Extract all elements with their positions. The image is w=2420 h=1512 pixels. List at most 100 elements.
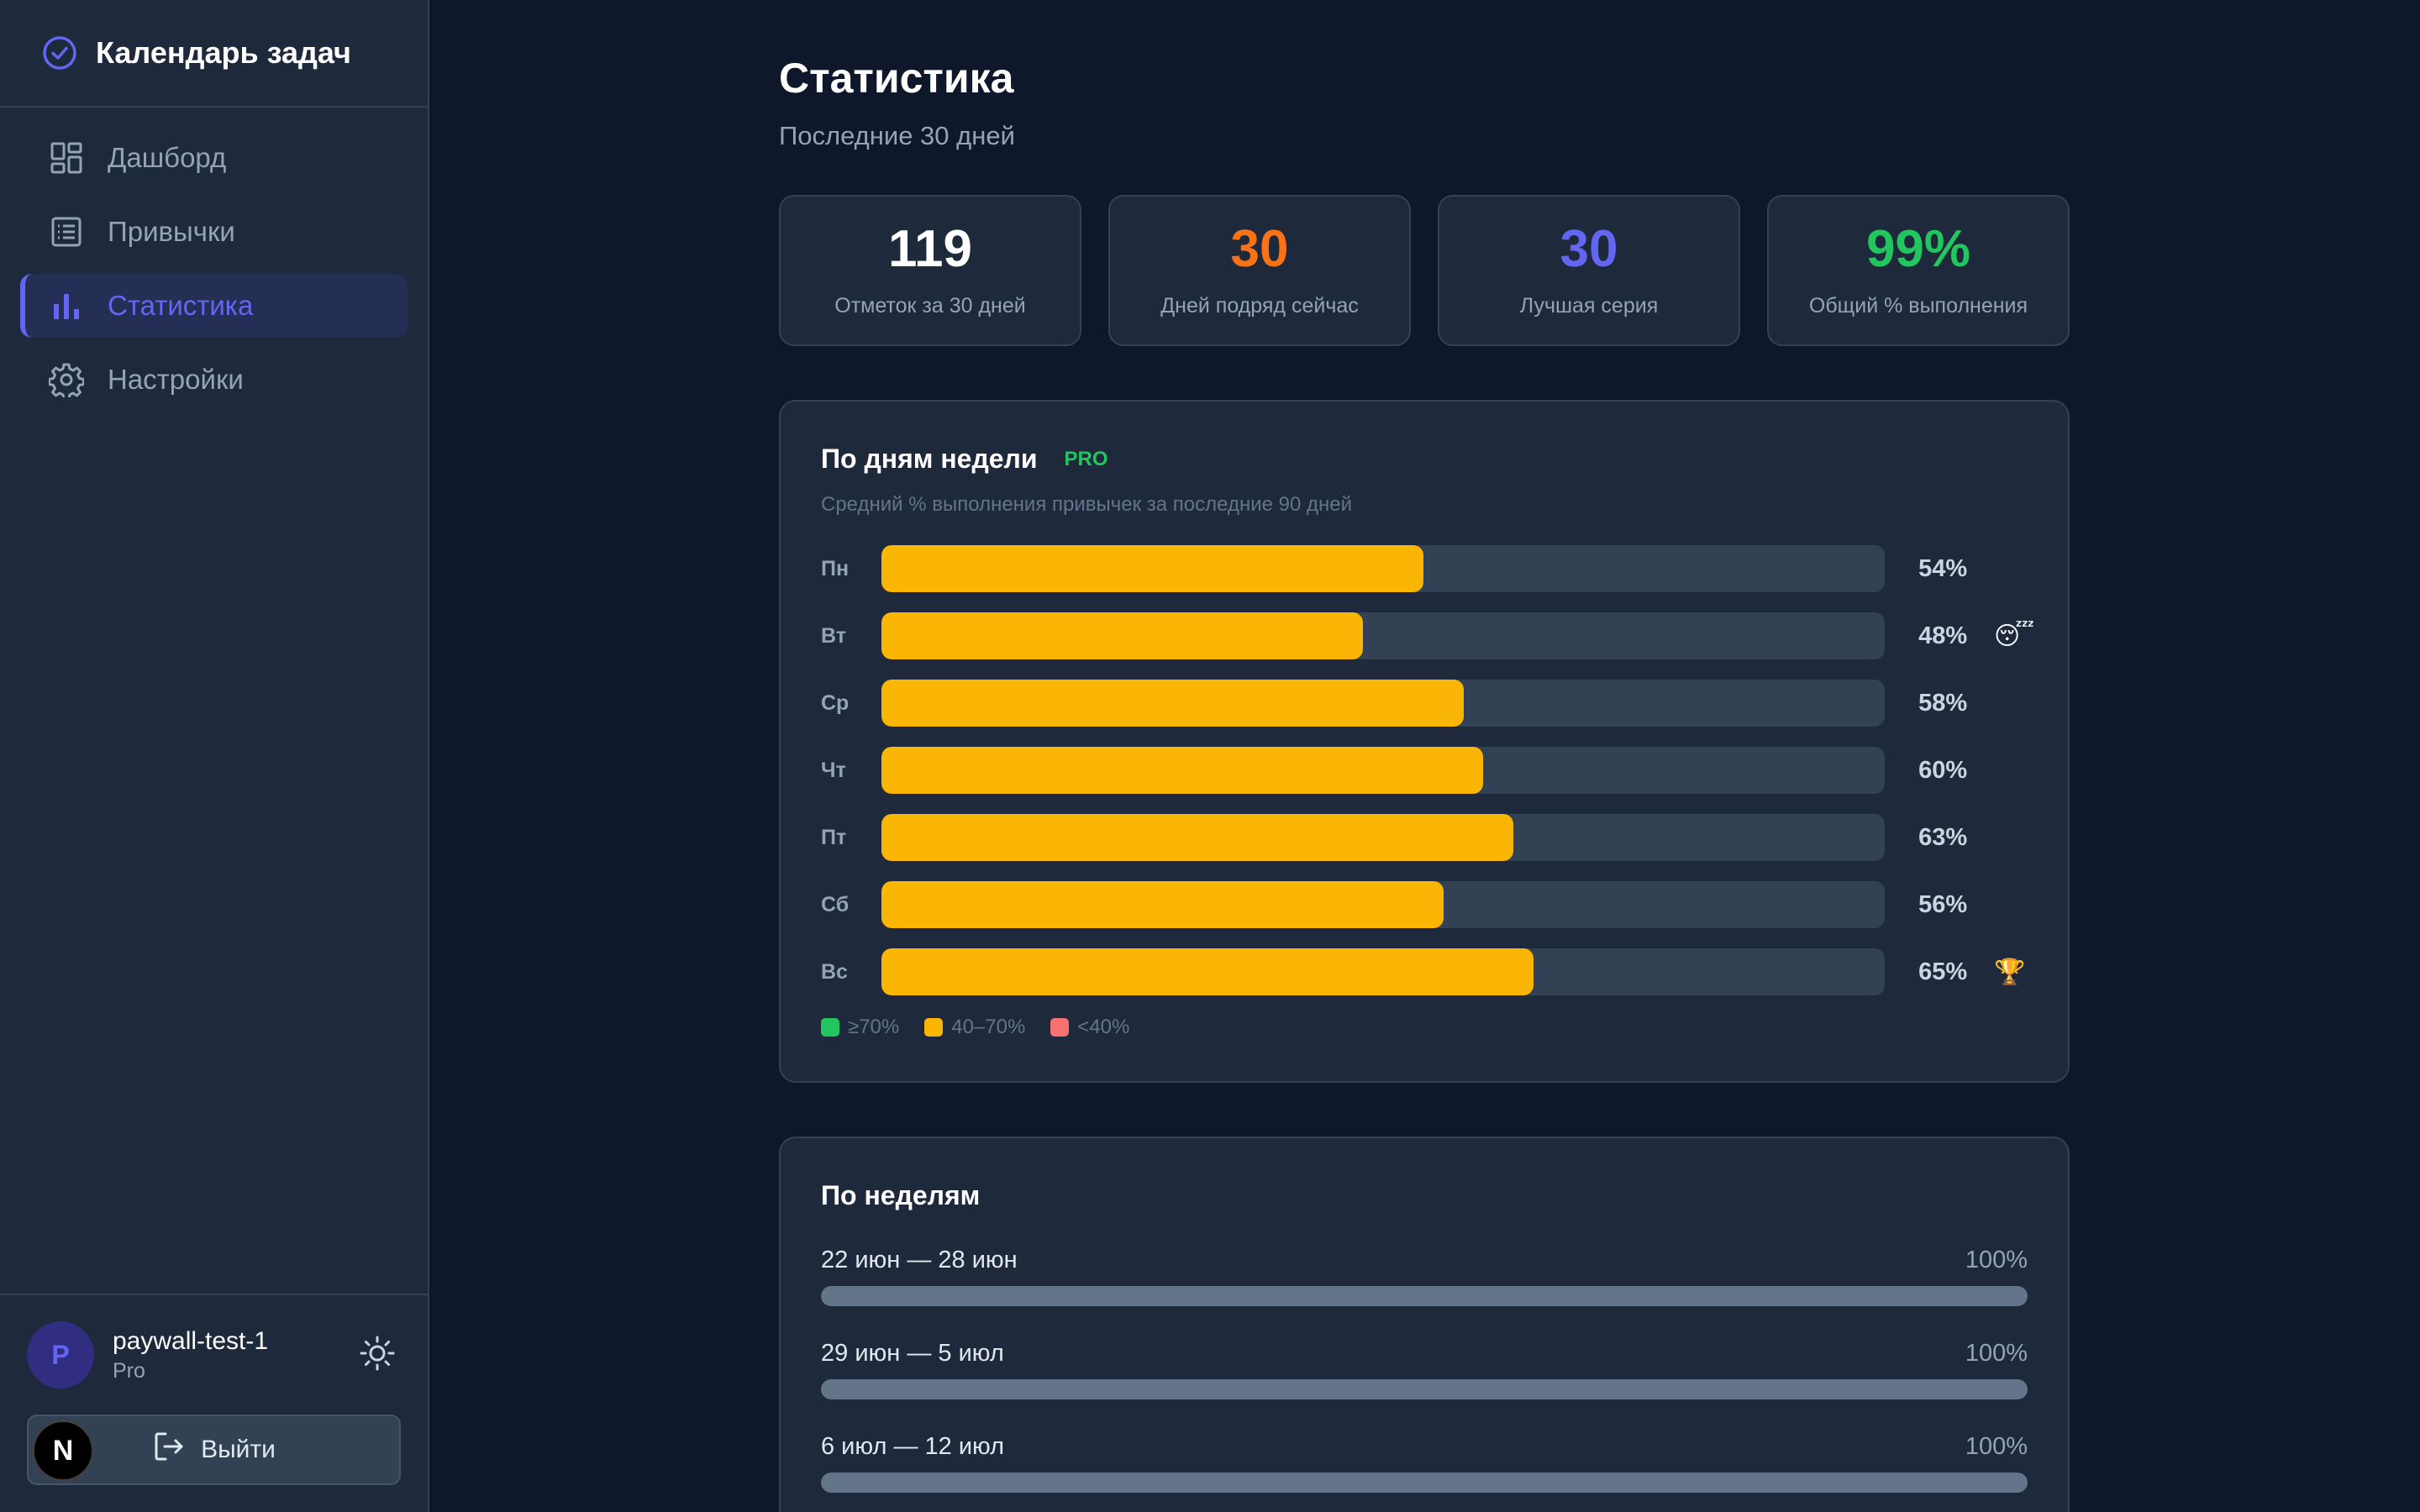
weekday-bar-row: Чт 60% <box>821 747 2028 794</box>
weekday-label: Вс <box>821 959 848 984</box>
week-bar-track <box>821 1286 2028 1306</box>
legend-label: ≥70% <box>848 1016 900 1038</box>
sidebar-item-label: Привычки <box>108 216 235 247</box>
week-bar-fill <box>821 1286 2028 1306</box>
weekday-bars: Пн 54% Вт 48% 😴 Ср 58% Чт 60% Пт 63% Сб <box>821 545 2035 995</box>
weekday-label: Ср <box>821 690 850 715</box>
bar-fill <box>881 948 1534 995</box>
week-percent: 100% <box>1965 1247 2028 1273</box>
user-name: paywall-test-1 <box>113 1326 269 1355</box>
weekday-percent: 60% <box>1918 756 1968 784</box>
gear-icon <box>49 362 84 397</box>
legend-swatch <box>821 1018 839 1037</box>
legend-swatch <box>1050 1018 1070 1037</box>
stat-value: 99% <box>1865 219 1971 278</box>
bar-fill <box>881 881 1444 928</box>
list-icon <box>49 214 84 249</box>
stat-label: Лучшая серия <box>1519 293 1659 318</box>
legend-item: ≥70% <box>821 1016 899 1039</box>
weekday-percent: 56% <box>1918 890 1968 918</box>
bar-track <box>881 747 1886 794</box>
weekday-percent: 58% <box>1918 689 1968 717</box>
stats-row: 119 Отметок за 30 дней 30 Дней подряд се… <box>779 195 2070 346</box>
sidebar-item-label: Статистика <box>108 290 254 321</box>
weekday-label: Чт <box>821 758 846 782</box>
weekday-bar-row: Вт 48% 😴 <box>821 612 2035 659</box>
dev-badge[interactable]: N <box>32 1420 94 1482</box>
weekday-label: Пн <box>821 556 850 580</box>
sidebar-item-settings[interactable]: Настройки <box>20 348 408 412</box>
legend-item: 40–70% <box>924 1016 1025 1039</box>
bar-fill <box>881 545 1423 592</box>
user-plan: Pro <box>113 1358 145 1383</box>
week-bar-fill <box>821 1379 2028 1399</box>
week-range: 6 июл — 12 июл <box>821 1433 1005 1460</box>
weekday-label: Вт <box>821 623 846 648</box>
bar-track <box>881 948 1886 995</box>
logout-label: Выйти <box>201 1436 276 1463</box>
legend-label: <40% <box>1077 1016 1130 1038</box>
sidebar: Календарь задач Дашборд Привычки Статист… <box>0 0 429 1512</box>
page-title: Статистика <box>779 55 1014 102</box>
stat-card-best-streak: 30 Лучшая серия <box>1438 195 1740 346</box>
main-content: Статистика Последние 30 дней 119 Отметок… <box>429 0 2420 1512</box>
stat-card-current-streak: 30 Дней подряд сейчас <box>1108 195 1411 346</box>
stat-card-checkins: 119 Отметок за 30 дней <box>779 195 1081 346</box>
stat-value: 30 <box>1230 219 1289 278</box>
brand[interactable]: Календарь задач <box>0 0 428 108</box>
user-profile: P paywall-test-1 Pro <box>27 1320 401 1389</box>
weekday-emoji-icon: 🏆 <box>1994 958 2026 986</box>
stat-value: 30 <box>1560 219 1618 278</box>
weekday-percent: 48% <box>1918 622 1968 649</box>
dashboard-icon <box>49 140 84 176</box>
sidebar-nav: Дашборд Привычки Статистика Настройки <box>0 108 428 440</box>
sidebar-item-label: Настройки <box>108 364 244 395</box>
week-row: 6 июл — 12 июл 100% <box>821 1433 2028 1493</box>
page-subtitle: Последние 30 дней <box>779 121 1015 150</box>
app-title: Календарь задач <box>96 35 351 70</box>
weeks-list: 22 июн — 28 июн 100% 29 июн — 5 июл 100%… <box>821 1247 2028 1493</box>
bar-fill <box>881 747 1484 794</box>
week-range: 22 июн — 28 июн <box>821 1247 1018 1273</box>
theme-toggle-button[interactable] <box>354 1331 401 1378</box>
bar-chart-icon <box>49 288 84 323</box>
weekday-bar-row: Ср 58% <box>821 680 2028 727</box>
sidebar-item-dashboard[interactable]: Дашборд <box>20 126 408 190</box>
logout-icon <box>152 1430 186 1470</box>
week-row: 29 июн — 5 июл 100% <box>821 1340 2028 1399</box>
weekday-label: Пт <box>821 825 847 849</box>
weekday-percent: 65% <box>1918 958 1968 985</box>
weeks-card-title: По неделям <box>821 1180 981 1210</box>
weeks-card: По неделям 22 июн — 28 июн 100% 29 июн —… <box>779 1137 2070 1512</box>
weekday-emoji-icon: 😴 <box>1994 622 2035 650</box>
weekday-card-title: По дням недели <box>821 444 1038 474</box>
week-row: 22 июн — 28 июн 100% <box>821 1247 2028 1306</box>
logout-button[interactable]: N Выйти <box>27 1415 401 1485</box>
bar-track <box>881 881 1886 928</box>
bar-fill <box>881 612 1364 659</box>
week-range: 29 июн — 5 июл <box>821 1340 1004 1367</box>
sidebar-footer: P paywall-test-1 Pro N Выйти <box>0 1294 428 1512</box>
weekday-bar-row: Сб 56% <box>821 881 2028 928</box>
sidebar-item-statistics[interactable]: Статистика <box>20 274 408 338</box>
sidebar-item-label: Дашборд <box>108 142 227 173</box>
check-circle-icon <box>42 35 77 71</box>
week-percent: 100% <box>1965 1340 2028 1367</box>
bar-track <box>881 545 1886 592</box>
weekday-percent: 63% <box>1918 823 1968 851</box>
weekday-bar-row: Пт 63% <box>821 814 2028 861</box>
stat-label: Дней подряд сейчас <box>1160 293 1359 318</box>
week-bar-track <box>821 1473 2028 1493</box>
avatar[interactable]: P <box>27 1321 94 1389</box>
legend-label: 40–70% <box>951 1016 1026 1038</box>
week-bar-track <box>821 1379 2028 1399</box>
bar-track <box>881 612 1886 659</box>
stat-card-completion-rate: 99% Общий % выполнения <box>1767 195 2070 346</box>
bar-track <box>881 680 1886 727</box>
week-bar-fill <box>821 1473 2028 1493</box>
week-percent: 100% <box>1965 1433 2028 1460</box>
weekday-card-subtitle: Средний % выполнения привычек за последн… <box>821 493 1353 516</box>
weekday-legend: ≥70% 40–70% <40% <box>821 1016 2028 1039</box>
stat-value: 119 <box>887 219 973 278</box>
sidebar-item-habits[interactable]: Привычки <box>20 200 408 264</box>
